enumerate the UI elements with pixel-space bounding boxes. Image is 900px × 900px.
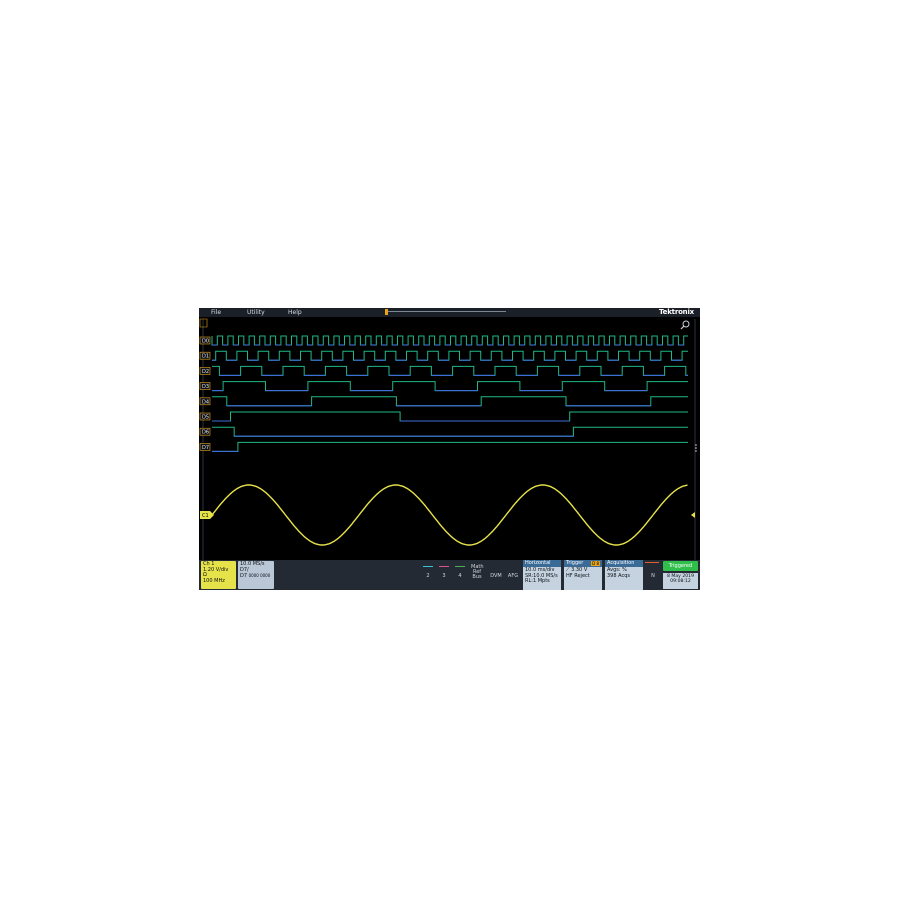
ch1-badge[interactable]: Ch 1 1.20 V/div Ω 100 MHz [201,561,236,589]
digital-label-d5[interactable]: D5 [199,412,211,421]
record-timebar[interactable] [386,311,506,314]
trigger-mode: HF Reject [566,572,590,579]
horizontal-panel[interactable]: Horizontal 10.0 ms/div SR:10.0 MS/s RL:1… [523,560,561,590]
svg-text:D7: D7 [202,445,209,451]
digital-label-d6[interactable]: D6 [199,427,211,436]
digital-trace-d2 [212,365,688,376]
side-menu-dot[interactable] [695,450,697,452]
n-indicator[interactable]: N [647,573,659,579]
ch4-button[interactable]: 4 [454,566,466,579]
ch1-bandwidth: 100 MHz [203,577,225,584]
trigger-title: Trigger [566,560,584,566]
ch4-label: 4 [458,573,462,579]
n-label: N [651,573,655,579]
menu-bar: File Utility Help Tektronix [199,308,700,317]
digital-pattern: 0000 0000 [248,573,271,579]
svg-text:D0: D0 [202,339,209,345]
brand-logo: Tektronix [659,308,694,316]
digital-label-d2[interactable]: D2 [199,367,211,375]
zoom-icon[interactable] [680,320,690,330]
trigger-panel[interactable]: Trigger D 8 ⟋ 3.30 V HF Reject [564,560,602,590]
dvm-button[interactable]: DVM [489,573,503,579]
digital-label-d3[interactable]: D3 [199,382,211,391]
afg-button[interactable]: AFG [506,573,520,579]
acquisition-count: 398 Acqs [607,572,630,579]
ch1-level-marker[interactable]: C1 [200,511,214,519]
trigger-source-tag: D 8 [591,561,600,566]
ch1-trace [211,484,688,546]
record-position-marker[interactable] [385,309,388,315]
bus-label: Bus [472,574,482,581]
n-color-bar [645,562,659,563]
svg-text:D3: D3 [202,384,209,390]
ch4-color-bar [455,566,465,567]
dvm-label: DVM [490,573,502,579]
digital-trace-d1 [212,350,688,361]
ch3-button[interactable]: 3 [438,566,450,579]
settings-bar: Ch 1 1.20 V/div Ω 100 MHz 10.0 MS/s D7/ … [199,560,700,590]
digital-label-d0[interactable]: D0 [199,336,211,345]
menu-file[interactable]: File [211,308,221,317]
digital-badge[interactable]: 10.0 MS/s D7/ D7 0000 0000 [238,561,274,589]
menu-help[interactable]: Help [288,308,302,317]
svg-text:D2: D2 [202,369,209,375]
ch2-button[interactable]: 2 [422,566,434,579]
trigger-level-arrow[interactable] [691,512,695,518]
afg-label: AFG [507,573,519,579]
digital-label-d1[interactable]: D1 [199,351,211,360]
ch2-label: 2 [426,573,430,579]
menu-utility[interactable]: Utility [247,308,265,317]
acquisition-panel[interactable]: Acquisition Avgs: % 398 Acqs [605,560,643,590]
digital-trace-d6 [212,426,688,437]
waveform-canvas: D0 D1 D2 D3 D4 D5 D6 D7 C1 [199,318,697,560]
oscilloscope-window: File Utility Help Tektronix D0 D1 D2 D3 D4 D5… [199,308,700,590]
date-time[interactable]: 8 May 2019 09:08:12 [663,573,698,589]
svg-text:D5: D5 [202,415,209,421]
side-menu-dot[interactable] [695,447,697,449]
triggered-status[interactable]: Triggered [663,561,698,571]
svg-text:C1: C1 [202,513,209,519]
digital-trace-d5 [212,411,688,422]
side-menu-dot[interactable] [695,444,697,446]
svg-text:D6: D6 [202,430,209,436]
svg-text:D1: D1 [202,354,209,360]
waveform-display[interactable]: D0 D1 D2 D3 D4 D5 D6 D7 C1 [199,317,700,560]
ch3-label: 3 [442,573,446,579]
digital-sub: D7 [240,573,249,580]
digital-label-d7[interactable]: D7 [199,443,211,451]
acquisition-title: Acquisition [605,560,643,567]
ch2-color-bar [423,566,433,567]
digital-trace-d4 [212,396,688,407]
ch3-color-bar [439,566,449,567]
digital-label-d4[interactable]: D4 [199,397,211,406]
horizontal-recordlength: RL:1 Mpts [525,578,550,585]
digital-trace-d0 [211,335,688,346]
horizontal-title: Horizontal [523,560,561,567]
time-label: 09:08:12 [670,579,691,585]
digital-trace-d3 [212,381,688,392]
math-ref-bus-button[interactable]: Math Ref Bus [471,564,484,581]
digital-trace-d7 [212,441,688,452]
svg-text:D4: D4 [202,399,209,405]
